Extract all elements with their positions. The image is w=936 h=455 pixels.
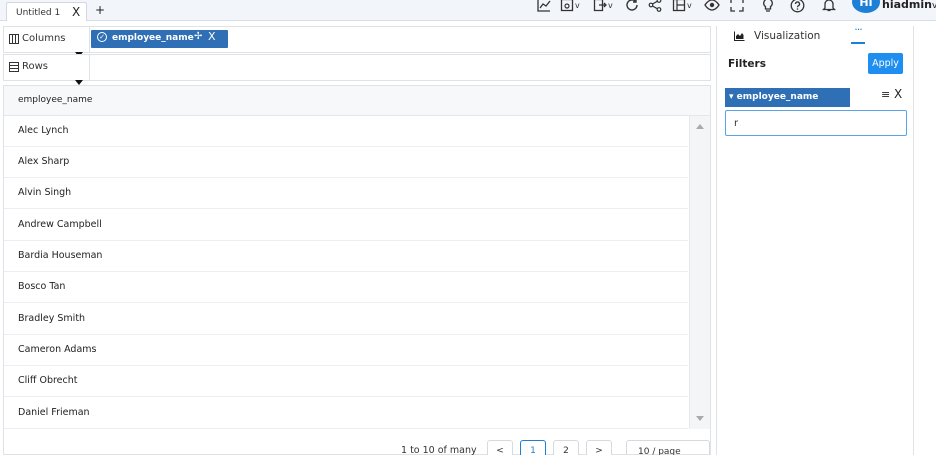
export-caret: v [608, 0, 613, 10]
share-icon[interactable] [648, 0, 662, 14]
more-options-icon[interactable]: ··· [851, 24, 865, 44]
check-circle-icon: ✓ [97, 32, 107, 42]
table-cell: Bradley Smith [18, 313, 86, 324]
dashboard-caret: v [575, 0, 580, 10]
table-cell: Cameron Adams [18, 344, 97, 355]
table-row[interactable]: Bradley Smith [4, 304, 688, 335]
table-row[interactable]: Daniel Frieman [4, 398, 688, 429]
filter-search-input[interactable] [725, 110, 907, 136]
remove-pill-icon[interactable]: X [208, 30, 216, 43]
move-icon[interactable]: ✢ [194, 31, 202, 42]
column-pill-label: employee_name [112, 33, 194, 43]
scroll-up-icon[interactable] [696, 124, 704, 129]
filter-field-employee-name[interactable]: ▾ employee_name [725, 88, 850, 107]
next-page-button[interactable]: > [586, 440, 612, 455]
table-cell: Andrew Campbell [18, 219, 102, 230]
table-cell: Cliff Obrecht [18, 375, 78, 386]
chart-line-icon[interactable] [537, 0, 551, 14]
lightbulb-icon[interactable] [762, 0, 774, 14]
table-cell: Daniel Frieman [18, 407, 90, 418]
table-cell: Bosco Tan [18, 281, 66, 292]
tab-close-icon[interactable]: X [72, 5, 80, 19]
table-cell: Alex Sharp [18, 156, 70, 167]
table-row[interactable]: Cameron Adams [4, 335, 688, 366]
filter-remove-icon[interactable]: X [894, 87, 902, 101]
filters-title: Filters [728, 58, 766, 70]
prev-page-button[interactable]: < [487, 440, 513, 455]
columns-icon [9, 34, 19, 47]
area-chart-icon [734, 31, 745, 44]
apply-button[interactable]: Apply [868, 53, 903, 74]
help-icon[interactable] [790, 0, 805, 14]
tab-label: Untitled 1 [16, 8, 61, 18]
table-row[interactable]: Alvin Singh [4, 178, 688, 209]
rows-shelf-label: Rows [4, 55, 90, 80]
table-row[interactable]: Alec Lynch [4, 116, 688, 147]
avatar[interactable]: HI [852, 0, 880, 13]
view-icon[interactable] [704, 0, 720, 14]
table-row[interactable]: Alex Sharp [4, 147, 688, 178]
page-1-button[interactable]: 1 [520, 440, 546, 455]
table-row[interactable]: Cliff Obrecht [4, 366, 688, 397]
table-cell: Bardia Houseman [18, 250, 103, 261]
export-icon[interactable]: v [593, 0, 613, 14]
user-menu[interactable]: hiadminv [882, 0, 936, 11]
panel-tabs: Visualization ··· [717, 24, 913, 48]
columns-shelf[interactable]: Columns ✓ employee_name ✢ X [3, 26, 711, 53]
bell-icon[interactable] [822, 0, 836, 14]
refresh-icon[interactable] [625, 0, 639, 14]
user-name: hiadmin [882, 0, 932, 11]
table-header[interactable]: employee_name [4, 86, 710, 116]
page-2-button[interactable]: 2 [553, 440, 579, 455]
page-size-value: 10 / page [638, 447, 681, 455]
table-row[interactable]: Andrew Campbell [4, 210, 688, 241]
table-row[interactable]: Bosco Tan [4, 272, 688, 303]
rows-label: Rows [22, 61, 49, 72]
rows-icon [9, 62, 19, 75]
rows-shelf[interactable]: Rows [3, 54, 711, 81]
pagination: 1 to 10 of many < 1 2 > 10 / page [4, 438, 710, 455]
scroll-down-icon[interactable] [696, 416, 704, 421]
layout-caret: v [687, 0, 692, 10]
data-table: employee_name Alec Lynch Alex Sharp Alvi… [3, 85, 711, 455]
side-panel: Visualization ··· Filters Apply ▾ employ… [716, 24, 914, 455]
table-scrollbar[interactable] [689, 116, 710, 429]
filter-menu-icon[interactable]: ≡ [881, 88, 890, 101]
filter-field-label: ▾ employee_name [729, 92, 819, 102]
tab-visualization[interactable]: Visualization [754, 30, 820, 42]
page-size-select[interactable]: 10 / page [626, 440, 710, 455]
table-cell: Alvin Singh [18, 187, 72, 198]
table-row[interactable]: Bardia Houseman [4, 241, 688, 272]
top-bar: Untitled 1 X + v v v HI hiadminv [0, 0, 936, 21]
columns-shelf-label: Columns [4, 27, 90, 52]
dashboard-icon[interactable]: v [560, 0, 580, 14]
fullscreen-icon[interactable] [730, 0, 744, 14]
user-caret: v [931, 1, 936, 11]
add-tab-button[interactable]: + [95, 3, 105, 17]
columns-label: Columns [22, 33, 66, 44]
table-cell: Alec Lynch [18, 125, 69, 136]
tab-untitled-1[interactable]: Untitled 1 X [6, 2, 87, 21]
pagination-info: 1 to 10 of many [401, 445, 477, 455]
layout-icon[interactable]: v [672, 0, 692, 14]
column-header-employee-name: employee_name [18, 95, 93, 105]
column-pill-employee-name[interactable]: ✓ employee_name ✢ X [91, 30, 228, 48]
